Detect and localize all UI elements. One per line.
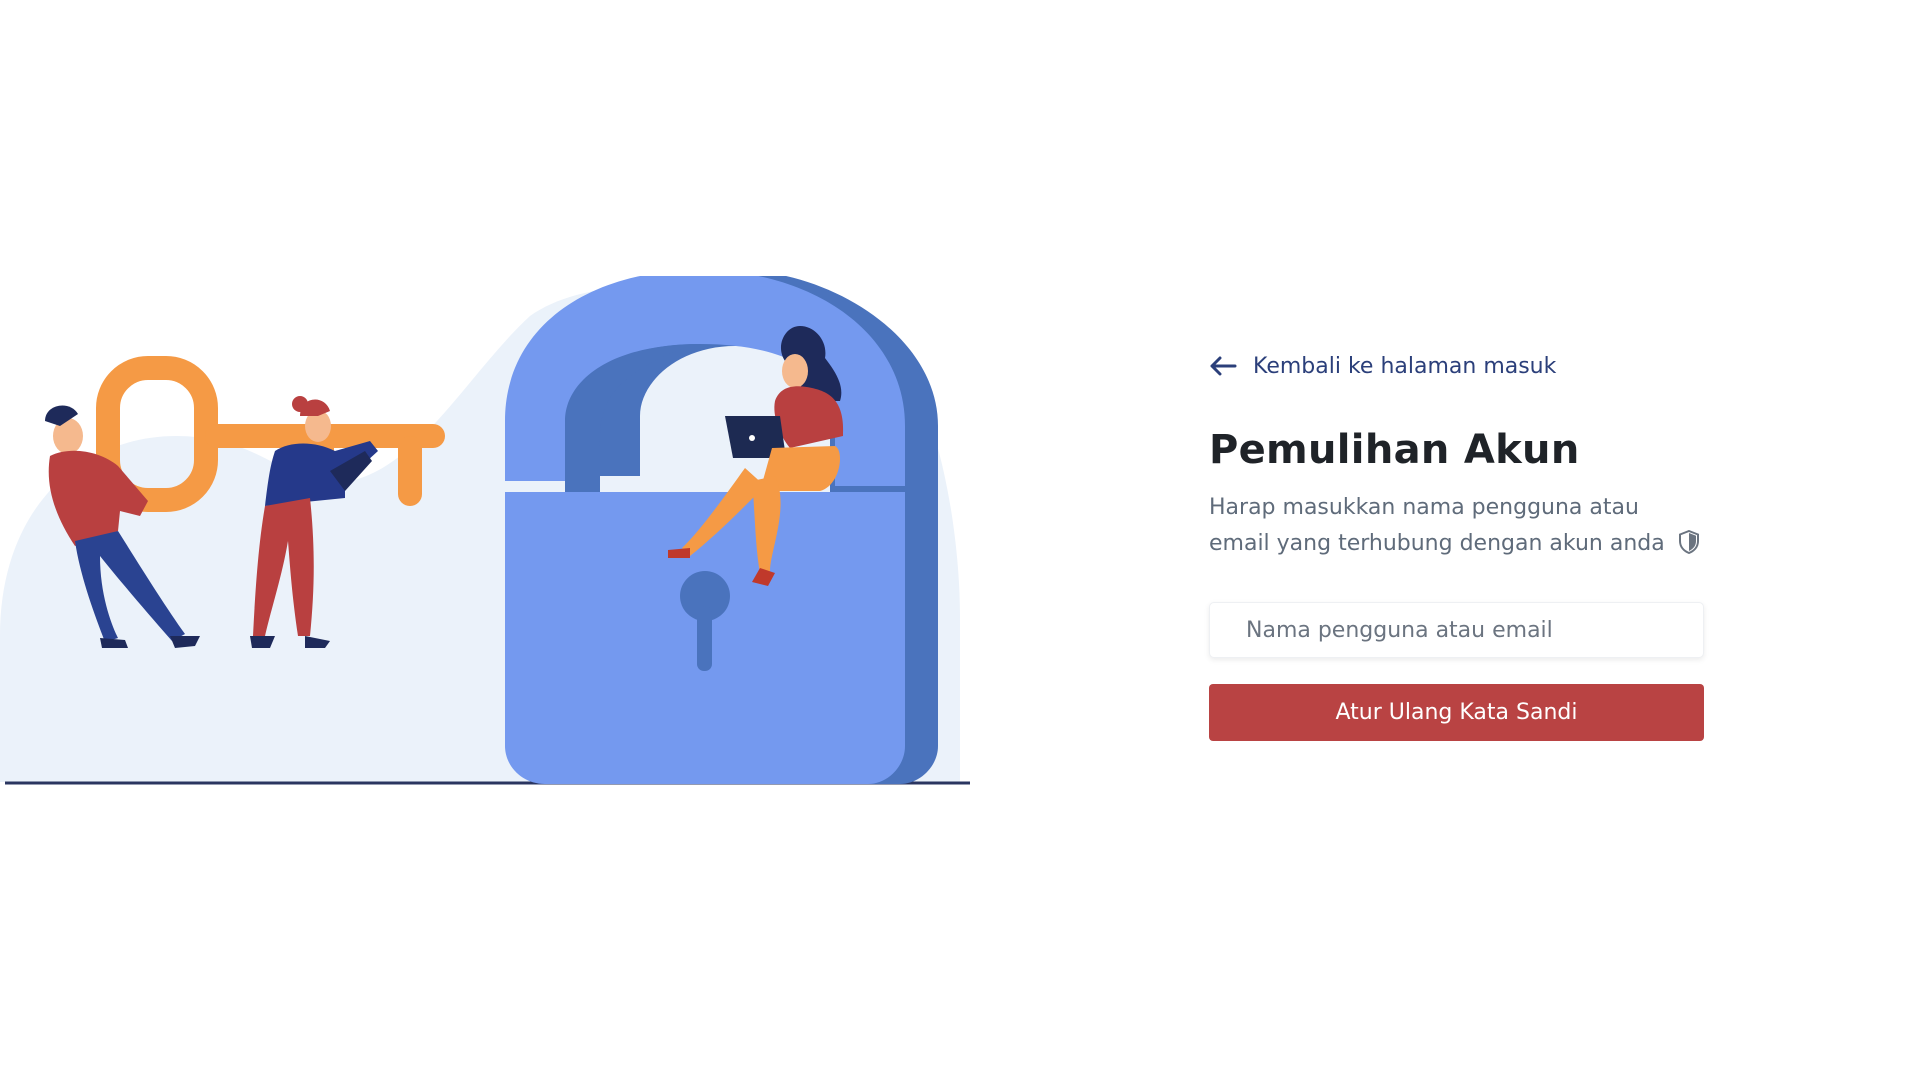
reset-password-button[interactable]: Atur Ulang Kata Sandi [1209, 684, 1704, 741]
page-title: Pemulihan Akun [1209, 427, 1580, 473]
username-email-field-wrapper [1209, 602, 1704, 658]
account-recovery-page: Kembali ke halaman masuk Pemulihan Akun … [0, 0, 1920, 1080]
username-email-input[interactable] [1210, 603, 1703, 657]
recovery-form-panel: Kembali ke halaman masuk Pemulihan Akun … [1209, 348, 1704, 741]
arrow-left-icon [1209, 356, 1237, 376]
shield-icon [1678, 529, 1700, 555]
back-to-login-link[interactable]: Kembali ke halaman masuk [1209, 348, 1704, 384]
page-description: Harap masukkan nama pengguna atau email … [1209, 490, 1704, 562]
back-link-label: Kembali ke halaman masuk [1253, 353, 1557, 379]
description-text: Harap masukkan nama pengguna atau email … [1209, 495, 1665, 556]
padlock-key-people-illustration [0, 276, 970, 796]
